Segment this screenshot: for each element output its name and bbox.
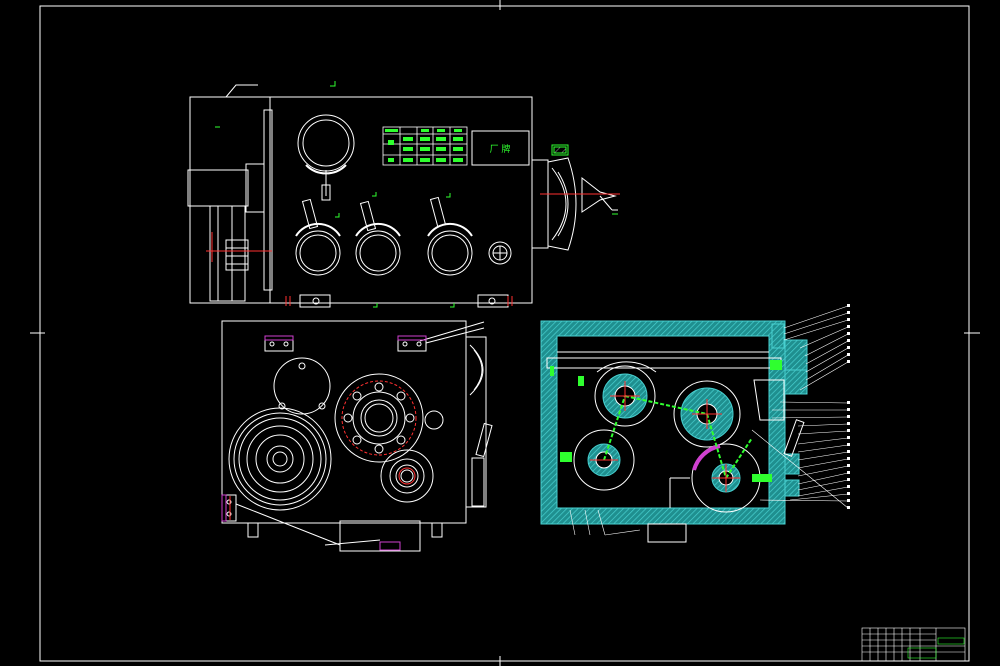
nameplate: 厂 牌 [471, 130, 530, 166]
front-view [187, 84, 533, 308]
selector-knob-2 [355, 200, 401, 276]
selector-knob-3 [427, 196, 473, 276]
section-view [540, 304, 850, 543]
engineering-drawing-canvas: 厂 牌 [30, 0, 980, 666]
nameplate-label: 厂 牌 [490, 143, 511, 155]
front-view-accents [206, 232, 513, 306]
selector-knob-1 [295, 198, 341, 276]
speed-indicator-dial [297, 114, 355, 201]
sheet-frame [30, 0, 980, 666]
side-view [221, 320, 493, 552]
spindle-chuck [531, 157, 620, 251]
title-block-text [936, 633, 963, 643]
spindle-guard [551, 144, 569, 156]
coolant-knob [488, 241, 512, 265]
